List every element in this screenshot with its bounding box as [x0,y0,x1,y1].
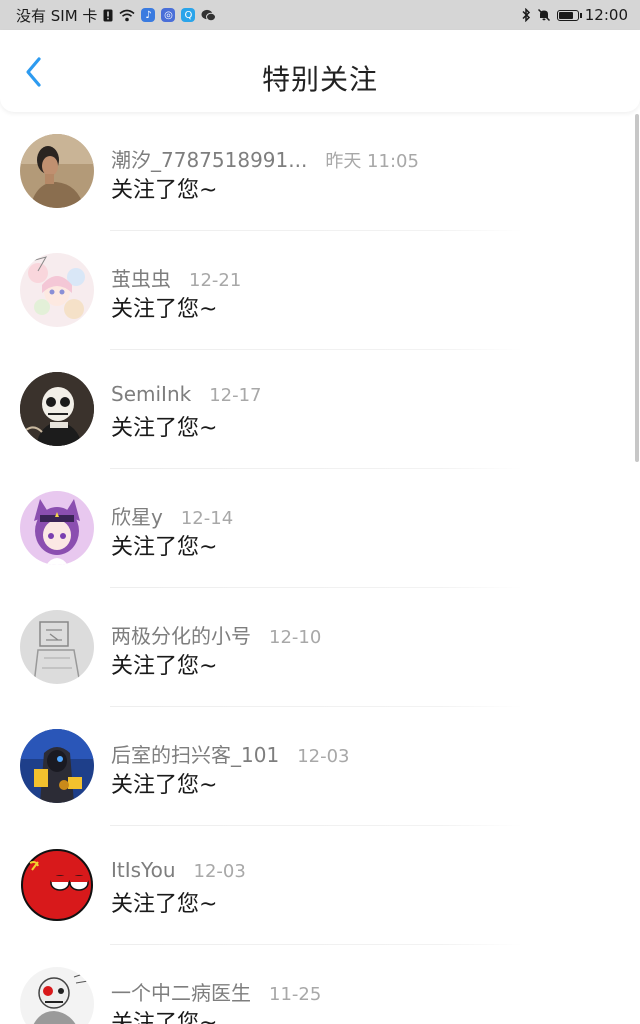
timestamp: 12-17 [209,385,262,406]
list-item[interactable]: 两极分化的小号 12-10 关注了您~ [0,588,640,707]
action-text: 关注了您~ [111,654,218,679]
action-text: 关注了您~ [111,178,218,203]
avatar[interactable] [20,967,94,1024]
sim-alert-icon [103,9,113,22]
username[interactable]: ItIsYou [111,858,176,882]
username[interactable]: 潮汐_7787518991... [111,144,307,173]
list-item[interactable]: SemiInk 12-17 关注了您~ [0,350,640,469]
action-text: 关注了您~ [111,297,218,322]
name-line: SemiInk 12-17 [111,382,262,406]
name-line: 一个中二病医生 11-25 [111,977,321,1006]
screen: 没有 SIM 卡 ♪ ◎ Q 12:00 特别关注 潮汐_7787518991.… [0,0,640,1024]
avatar[interactable] [20,729,94,803]
username[interactable]: 欣星y [111,501,163,530]
username[interactable]: 后室的扫兴客_101 [111,739,279,768]
username[interactable]: 一个中二病医生 [111,977,251,1006]
wechat-app-icon [201,9,217,22]
avatar[interactable] [20,134,94,208]
username[interactable]: 茧虫虫 [111,263,171,292]
timestamp: 12-14 [180,508,234,529]
timestamp: 12-10 [269,627,322,648]
music-app-icon: ♪ [141,8,156,22]
avatar[interactable] [20,848,94,922]
name-line: 后室的扫兴客_101 12-03 [111,739,350,768]
username[interactable]: 两极分化的小号 [111,620,251,649]
avatar[interactable] [20,610,94,684]
timestamp: 昨天 11:05 [325,151,419,172]
name-line: 欣星y 12-14 [111,501,233,530]
list-item[interactable]: 潮汐_7787518991... 昨天 11:05 关注了您~ [0,112,640,231]
battery-level [558,11,573,19]
avatar[interactable] [20,372,94,446]
status-time: 12:00 [584,6,628,24]
list-item[interactable]: ItIsYou 12-03 关注了您~ [0,826,640,945]
avatar[interactable] [20,253,94,327]
browser-app-icon: ◎ [161,8,176,22]
avatar[interactable] [20,491,94,565]
timestamp: 12-03 [193,861,246,882]
wifi-icon [119,9,135,22]
list-item[interactable]: 一个中二病医生 11-25 关注了您~ [0,945,640,1024]
follow-notification-list: 潮汐_7787518991... 昨天 11:05 关注了您~ 茧虫虫 12-2… [0,112,640,1024]
status-bar-left: 没有 SIM 卡 ♪ ◎ Q [16,5,217,26]
page-title: 特别关注 [261,63,378,96]
timestamp: 12-03 [297,746,350,767]
battery-icon [556,9,582,21]
list-item[interactable]: 茧虫虫 12-21 关注了您~ [0,231,640,350]
action-text: 关注了您~ [111,535,218,560]
name-line: 茧虫虫 12-21 [111,263,241,292]
header-bar: 特别关注 [0,30,640,112]
name-line: ItIsYou 12-03 [111,858,246,882]
list-item[interactable]: 欣星y 12-14 关注了您~ [0,469,640,588]
name-line: 两极分化的小号 12-10 [111,620,321,649]
action-text: 关注了您~ [111,892,218,917]
carrier-text: 没有 SIM 卡 [16,6,98,25]
username[interactable]: SemiInk [111,382,191,406]
list-item[interactable]: 后室的扫兴客_101 12-03 关注了您~ [0,707,640,826]
mute-icon [537,8,551,22]
name-line: 潮汐_7787518991... 昨天 11:05 [111,144,419,173]
scrollbar[interactable] [635,114,639,462]
status-bar: 没有 SIM 卡 ♪ ◎ Q 12:00 [0,0,640,30]
timestamp: 11-25 [269,984,322,1005]
timestamp: 12-21 [189,270,242,291]
bluetooth-icon [521,8,531,22]
qq-app-icon: Q [181,8,196,22]
action-text: 关注了您~ [111,1011,218,1024]
action-text: 关注了您~ [111,416,218,441]
status-bar-right: 12:00 [521,6,628,24]
action-text: 关注了您~ [111,773,218,798]
